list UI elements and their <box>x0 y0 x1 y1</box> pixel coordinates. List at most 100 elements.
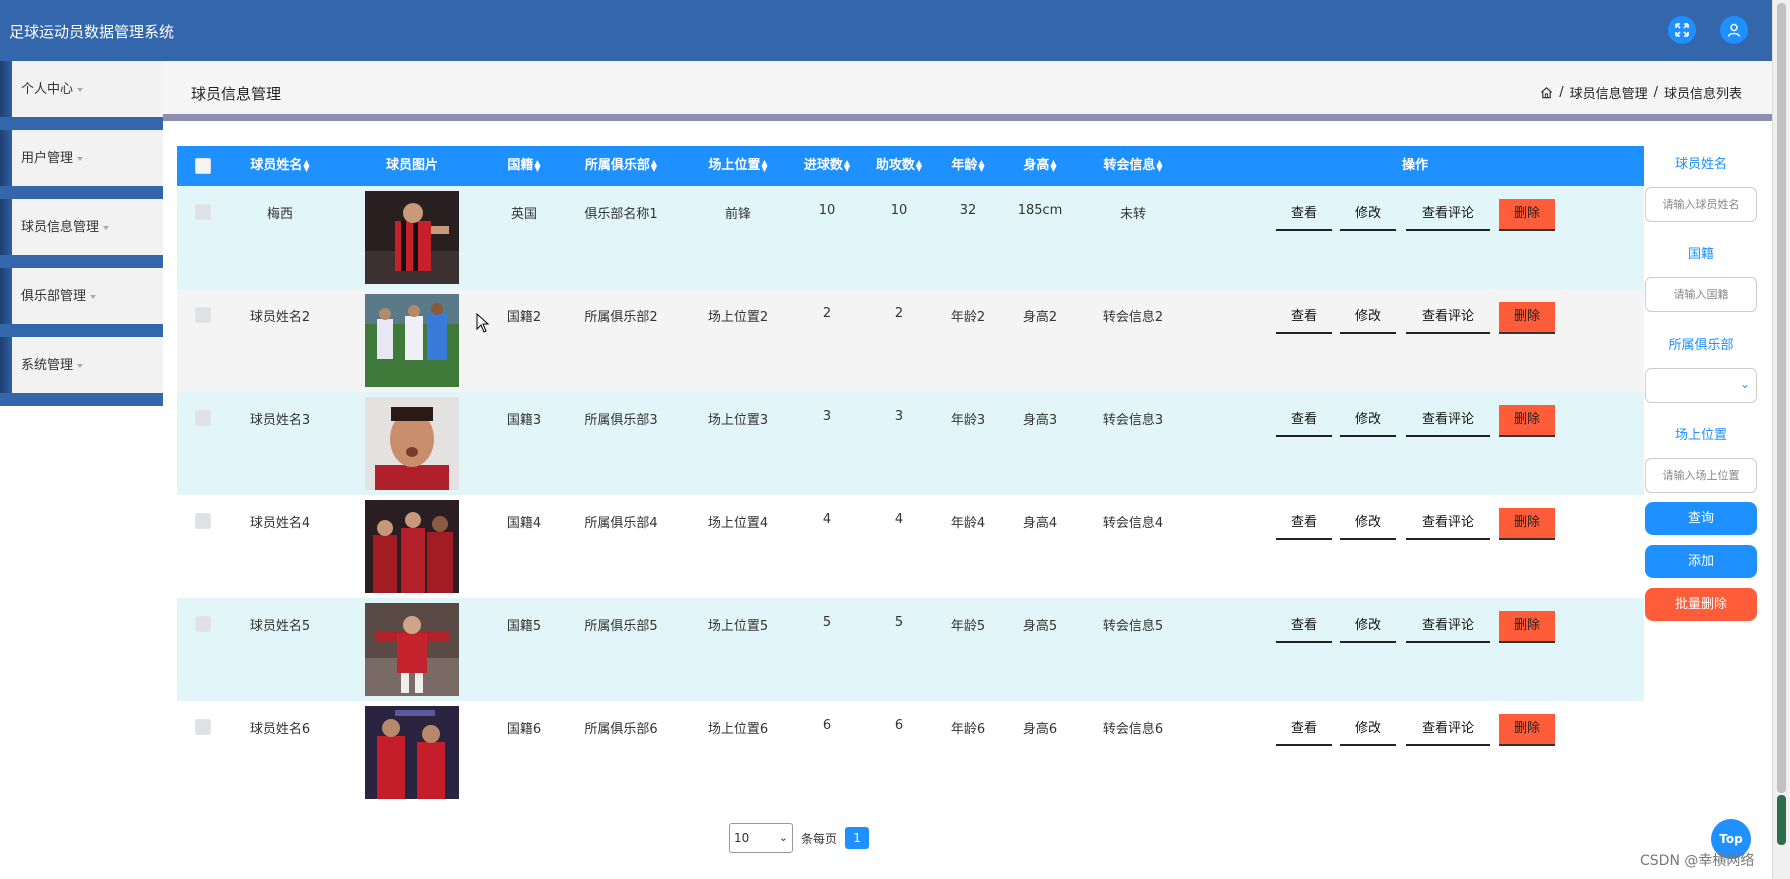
cell-assists: 5 <box>894 615 904 630</box>
cell-club: 所属俱乐部5 <box>584 619 658 634</box>
edit-button[interactable]: 修改 <box>1340 508 1396 540</box>
cell-position: 场上位置2 <box>707 310 769 325</box>
column-header-nationality[interactable]: 国籍▲ ▼ <box>507 146 540 186</box>
edit-button[interactable]: 修改 <box>1340 611 1396 643</box>
sort-icon: ▲ ▼ <box>534 157 541 173</box>
cell-name: 球员姓名2 <box>249 310 311 325</box>
edit-button[interactable]: 修改 <box>1340 714 1396 746</box>
row-checkbox[interactable] <box>195 616 211 632</box>
sidebar-item-user-management[interactable]: 用户管理 <box>0 130 163 199</box>
player-photo <box>365 397 459 490</box>
add-button[interactable]: 添加 <box>1645 545 1757 578</box>
cell-goals: 5 <box>822 615 832 630</box>
select-all-checkbox[interactable] <box>195 158 211 174</box>
column-header-assists[interactable]: 助攻数▲ ▼ <box>876 146 922 186</box>
cell-transfer: 转会信息6 <box>1102 722 1164 737</box>
cell-age: 年龄4 <box>950 516 986 531</box>
view-comments-button[interactable]: 查看评论 <box>1406 611 1490 643</box>
row-checkbox[interactable] <box>195 719 211 735</box>
sidebar-item-club-management[interactable]: 俱乐部管理 <box>0 268 163 337</box>
cell-goals: 6 <box>822 718 832 733</box>
view-button[interactable]: 查看 <box>1276 611 1332 643</box>
sidebar-item-personal-center[interactable]: 个人中心 <box>0 61 163 130</box>
cell-position: 场上位置3 <box>707 413 769 428</box>
view-comments-button[interactable]: 查看评论 <box>1406 302 1490 334</box>
query-button[interactable]: 查询 <box>1645 502 1757 535</box>
sidebar-item-label: 个人中心 <box>21 82 74 97</box>
row-checkbox[interactable] <box>195 307 211 323</box>
pagination: 10 ⌄ 条每页 1 <box>729 823 870 853</box>
cell-nationality: 国籍2 <box>506 310 542 325</box>
column-header-transfer[interactable]: 转会信息▲ ▼ <box>1103 146 1162 186</box>
view-comments-button[interactable]: 查看评论 <box>1406 405 1490 437</box>
column-header-club[interactable]: 所属俱乐部▲ ▼ <box>585 146 657 186</box>
row-checkbox[interactable] <box>195 410 211 426</box>
sort-icon: ▲ ▼ <box>303 157 310 173</box>
delete-button[interactable]: 删除 <box>1499 302 1555 334</box>
view-comments-button[interactable]: 查看评论 <box>1406 508 1490 540</box>
sidebar-item-system-management[interactable]: 系统管理 <box>0 337 163 406</box>
cell-goals: 10 <box>818 203 836 218</box>
sort-icon: ▲ ▼ <box>1156 157 1163 173</box>
search-input-nationality[interactable]: 请输入国籍 <box>1645 277 1757 312</box>
row-checkbox[interactable] <box>195 204 211 220</box>
column-header-name[interactable]: 球员姓名▲ ▼ <box>250 146 309 186</box>
cell-name: 球员姓名5 <box>249 619 311 634</box>
cell-name: 球员姓名6 <box>249 722 311 737</box>
view-button[interactable]: 查看 <box>1276 508 1332 540</box>
sidebar-item-player-management[interactable]: 球员信息管理 <box>0 199 163 268</box>
user-icon[interactable] <box>1720 16 1748 44</box>
search-input-name[interactable]: 请输入球员姓名 <box>1645 187 1757 222</box>
fullscreen-icon[interactable] <box>1668 16 1696 44</box>
sort-icon: ▲ ▼ <box>650 157 658 173</box>
delete-button[interactable]: 删除 <box>1499 714 1555 746</box>
edit-button[interactable]: 修改 <box>1340 405 1396 437</box>
sidebar-item-label: 俱乐部管理 <box>21 289 87 304</box>
batch-delete-button[interactable]: 批量删除 <box>1645 588 1757 621</box>
view-button[interactable]: 查看 <box>1276 199 1332 231</box>
delete-button[interactable]: 删除 <box>1499 611 1555 643</box>
delete-button[interactable]: 删除 <box>1499 199 1555 231</box>
cell-nationality: 国籍3 <box>506 413 542 428</box>
player-photo <box>365 706 459 799</box>
column-header-position[interactable]: 场上位置▲ ▼ <box>708 146 767 186</box>
cell-assists: 10 <box>890 203 908 218</box>
view-button[interactable]: 查看 <box>1276 302 1332 334</box>
search-input-position[interactable]: 请输入场上位置 <box>1645 458 1757 493</box>
sort-icon: ▲ ▼ <box>978 157 985 173</box>
search-label-position: 场上位置 <box>1674 428 1727 443</box>
row-checkbox[interactable] <box>195 513 211 529</box>
cell-position: 场上位置6 <box>707 722 769 737</box>
column-header-height[interactable]: 身高▲ ▼ <box>1023 146 1056 186</box>
search-label-name: 球员姓名 <box>1674 157 1727 172</box>
page-size-select[interactable]: 10 ⌄ <box>729 823 793 853</box>
vertical-scrollbar[interactable] <box>1772 0 1790 879</box>
scrollbar-indicator <box>1777 795 1786 845</box>
edit-button[interactable]: 修改 <box>1340 199 1396 231</box>
cell-position: 前锋 <box>724 207 752 222</box>
sort-icon: ▲ ▼ <box>761 157 768 173</box>
sort-icon: ▲ ▼ <box>843 157 851 173</box>
column-header-age[interactable]: 年龄▲ ▼ <box>951 146 984 186</box>
home-icon[interactable] <box>1540 86 1553 99</box>
breadcrumb-item[interactable]: 球员信息管理 <box>1570 83 1648 102</box>
page-number-current[interactable]: 1 <box>845 827 870 849</box>
view-button[interactable]: 查看 <box>1276 405 1332 437</box>
view-comments-button[interactable]: 查看评论 <box>1406 199 1490 231</box>
breadcrumb-separator: / <box>1559 85 1564 100</box>
player-table: 球员姓名▲ ▼ 球员图片 国籍▲ ▼ 所属俱乐部▲ ▼ 场上位置▲ ▼ 进球数▲ ▼ 助攻… <box>177 146 1644 804</box>
delete-button[interactable]: 删除 <box>1499 405 1555 437</box>
scrollbar-thumb[interactable] <box>1777 3 1786 793</box>
cell-position: 场上位置5 <box>707 619 769 634</box>
breadcrumb-separator: / <box>1653 85 1658 100</box>
cell-transfer: 转会信息2 <box>1102 310 1164 325</box>
search-select-club[interactable]: ⌄ <box>1645 368 1757 403</box>
view-comments-button[interactable]: 查看评论 <box>1406 714 1490 746</box>
view-button[interactable]: 查看 <box>1276 714 1332 746</box>
delete-button[interactable]: 删除 <box>1499 508 1555 540</box>
table-header: 球员姓名▲ ▼ 球员图片 国籍▲ ▼ 所属俱乐部▲ ▼ 场上位置▲ ▼ 进球数▲ ▼ 助攻… <box>177 146 1644 186</box>
cell-age: 年龄3 <box>950 413 986 428</box>
table-row: 梅西 英国 俱乐部名称1 前锋 10 10 32 185cm 未转 查看 修改 … <box>177 186 1644 289</box>
edit-button[interactable]: 修改 <box>1340 302 1396 334</box>
column-header-goals[interactable]: 进球数▲ ▼ <box>804 146 850 186</box>
